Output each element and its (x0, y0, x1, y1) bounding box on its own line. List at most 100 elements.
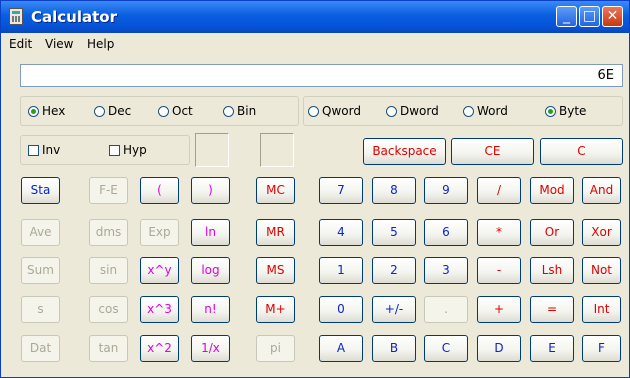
window-title: Calculator (31, 8, 117, 26)
button-6[interactable]: 6 (424, 219, 468, 246)
button-1[interactable]: 1 (319, 257, 363, 284)
button-e[interactable]: E (530, 335, 574, 362)
button-not[interactable]: Not (582, 257, 621, 284)
radio-dot (223, 106, 234, 117)
button-fe: F-E (89, 177, 128, 204)
radio-label: Hex (42, 104, 66, 118)
radio-label: Oct (172, 104, 193, 118)
close-button[interactable]: ✕ (602, 6, 623, 27)
button-mc[interactable]: MC (256, 177, 295, 204)
checkbox-label: Inv (42, 143, 61, 157)
title-bar[interactable]: Calculator _ □ ✕ (1, 1, 629, 33)
button-int[interactable]: Int (582, 296, 621, 323)
button-open-paren[interactable]: ( (140, 177, 179, 204)
minimize-icon: _ (563, 8, 570, 24)
button-m-[interactable]: M+ (256, 296, 295, 323)
radio-qword[interactable]: Qword (308, 105, 361, 118)
button-sum: Sum (21, 257, 60, 284)
maximize-icon: □ (582, 8, 597, 24)
parenthesis-indicator (260, 133, 294, 167)
button-d[interactable]: D (477, 335, 521, 362)
radio-dec[interactable]: Dec (94, 105, 131, 118)
button-2[interactable]: 2 (372, 257, 416, 284)
button-tan: tan (89, 335, 128, 362)
button-a[interactable]: A (319, 335, 363, 362)
button-multiply[interactable]: * (477, 219, 521, 246)
minimize-button[interactable]: _ (556, 6, 577, 27)
button-decimal: . (424, 296, 468, 323)
button-ln[interactable]: ln (191, 219, 230, 246)
maximize-button[interactable]: □ (579, 6, 600, 27)
checkbox-hyp[interactable]: Hyp (109, 144, 147, 157)
radio-label: Dec (108, 104, 132, 118)
radio-label: Qword (322, 104, 361, 118)
radio-word[interactable]: Word (463, 105, 508, 118)
button-9[interactable]: 9 (424, 177, 468, 204)
button-exp: Exp (140, 219, 179, 246)
button-log[interactable]: log (191, 257, 230, 284)
button-square[interactable]: x^2 (140, 335, 179, 362)
menu-help[interactable]: Help (87, 37, 114, 51)
calculator-icon (9, 8, 23, 25)
button-backspace[interactable]: Backspace (363, 138, 446, 165)
button-ave: Ave (21, 219, 60, 246)
checkbox-label: Hyp (123, 143, 147, 157)
button-5[interactable]: 5 (372, 219, 416, 246)
button-dat: Dat (21, 335, 60, 362)
close-icon: ✕ (606, 8, 619, 24)
button-7[interactable]: 7 (319, 177, 363, 204)
menu-view[interactable]: View (45, 37, 73, 51)
button-pi: pi (256, 335, 295, 362)
button-4[interactable]: 4 (319, 219, 363, 246)
button-f[interactable]: F (582, 335, 621, 362)
button-factorial[interactable]: n! (191, 296, 230, 323)
radio-dot (28, 106, 39, 117)
button-add[interactable]: + (477, 296, 521, 323)
radio-dot (308, 106, 319, 117)
menu-bar: Edit View Help (1, 33, 629, 55)
calculator-display: 6E (20, 64, 623, 87)
button-cos: cos (89, 296, 128, 323)
button-ce[interactable]: CE (451, 138, 534, 165)
radio-dword[interactable]: Dword (386, 105, 439, 118)
radio-dot (94, 106, 105, 117)
button-s: s (21, 296, 60, 323)
button-reciprocal[interactable]: 1/x (191, 335, 230, 362)
radio-bin[interactable]: Bin (223, 105, 256, 118)
calculator-window: Calculator _ □ ✕ Edit View Help 6E Hex De… (0, 0, 630, 378)
checkbox-inv[interactable]: Inv (28, 144, 60, 157)
button-lsh[interactable]: Lsh (530, 257, 574, 284)
button-c[interactable]: C (424, 335, 468, 362)
button-ms[interactable]: MS (256, 257, 295, 284)
radio-oct[interactable]: Oct (158, 105, 193, 118)
button-mod[interactable]: Mod (530, 177, 574, 204)
checkbox-box (28, 145, 39, 156)
button-sta[interactable]: Sta (21, 177, 60, 204)
button-xor[interactable]: Xor (582, 219, 621, 246)
menu-edit[interactable]: Edit (9, 37, 32, 51)
radio-dot (386, 106, 397, 117)
button-b[interactable]: B (372, 335, 416, 362)
button-power[interactable]: x^y (140, 257, 179, 284)
button-8[interactable]: 8 (372, 177, 416, 204)
button-divide[interactable]: / (477, 177, 521, 204)
radio-byte[interactable]: Byte (545, 105, 586, 118)
button-3[interactable]: 3 (424, 257, 468, 284)
button-0[interactable]: 0 (319, 296, 363, 323)
radio-label: Word (477, 104, 508, 118)
radio-hex[interactable]: Hex (28, 105, 65, 118)
button-sin: sin (89, 257, 128, 284)
button-equals[interactable]: = (530, 296, 574, 323)
button-subtract[interactable]: - (477, 257, 521, 284)
button-c[interactable]: C (540, 138, 623, 165)
memory-indicator (195, 133, 229, 167)
checkbox-box (109, 145, 120, 156)
button-dms: dms (89, 219, 128, 246)
radio-label: Byte (559, 104, 587, 118)
button-or[interactable]: Or (530, 219, 574, 246)
button-mr[interactable]: MR (256, 219, 295, 246)
button-cube[interactable]: x^3 (140, 296, 179, 323)
button-negate[interactable]: +/- (372, 296, 416, 323)
button-close-paren[interactable]: ) (191, 177, 230, 204)
button-and[interactable]: And (582, 177, 621, 204)
